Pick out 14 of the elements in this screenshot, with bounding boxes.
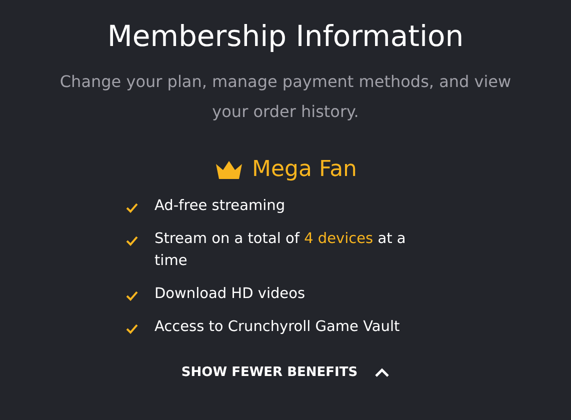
benefit-text: Access to Crunchyroll Game Vault	[154, 318, 401, 337]
benefit-text: Ad-free streaming	[154, 197, 286, 216]
check-icon	[126, 324, 138, 334]
chevron-up-icon	[374, 368, 390, 378]
benefit-text: Stream on a total of 4 devices at a time	[154, 230, 407, 271]
crown-icon	[214, 160, 244, 180]
page-subtitle: Change your plan, manage payment methods, and view your order history.	[58, 71, 512, 123]
show-fewer-benefits-button[interactable]: SHOW FEWER BENEFITS	[175, 361, 396, 384]
benefit-text: Download HD videos	[154, 285, 306, 304]
check-icon	[126, 291, 138, 301]
page-title: Membership Information	[107, 18, 464, 55]
plan-name: Mega Fan	[252, 156, 357, 184]
check-icon	[126, 203, 138, 213]
check-icon	[126, 236, 138, 246]
